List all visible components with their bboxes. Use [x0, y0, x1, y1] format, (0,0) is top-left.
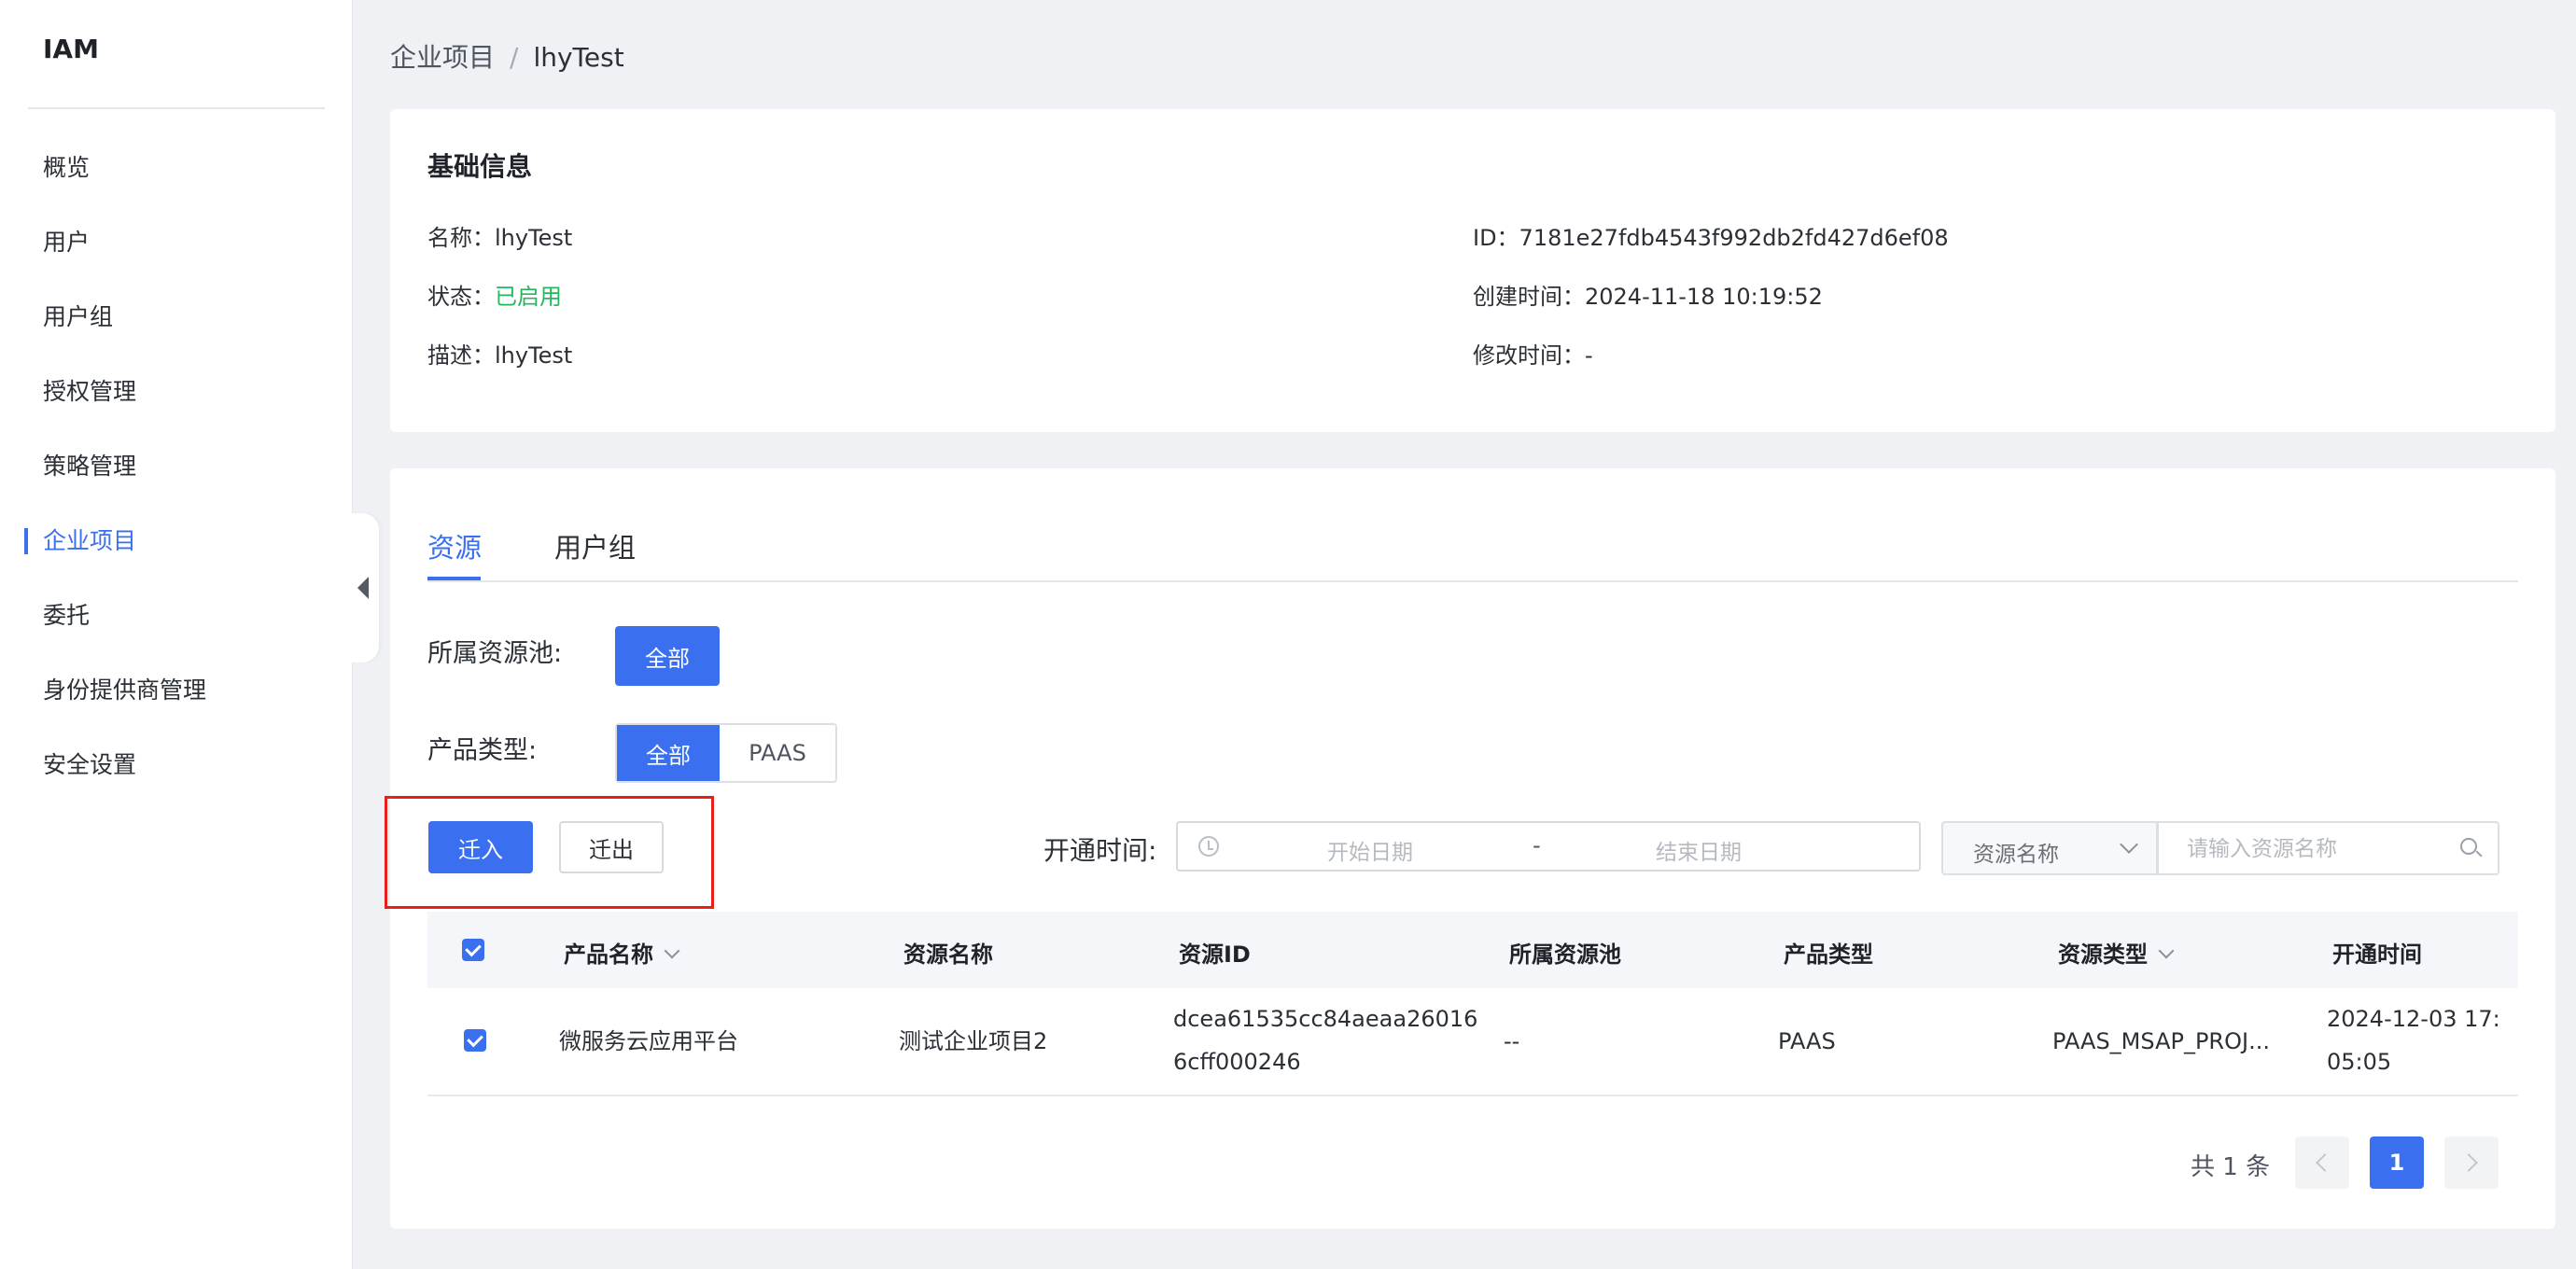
sidebar-item-overview[interactable]: 概览 [0, 131, 353, 205]
breadcrumb-separator: / [510, 42, 519, 73]
resource-id-line: 6cff000246 [1173, 1049, 1301, 1075]
end-date-input[interactable]: 结束日期 [1656, 834, 1742, 866]
tab-resources[interactable]: 资源 [427, 526, 482, 565]
resource-search-box [2157, 821, 2499, 875]
chevron-down-icon [664, 942, 680, 959]
cell-resource-name: 测试企业项目2 [899, 1028, 1048, 1054]
search-icon[interactable] [2460, 838, 2477, 855]
clock-icon [1198, 836, 1219, 857]
column-open-time: 开通时间 [2332, 941, 2422, 968]
open-time-label: 开通时间: [1043, 835, 1157, 866]
breadcrumb: 企业项目 / lhyTest [390, 37, 624, 75]
sidebar-item-policies[interactable]: 策略管理 [0, 429, 353, 504]
column-product-name[interactable]: 产品名称 [564, 936, 680, 969]
cell-product-name: 微服务云应用平台 [559, 1028, 738, 1054]
cell-resource-id: dcea61535cc84aeaa26016 6cff000246 [1173, 997, 1477, 1083]
chevron-down-icon [2158, 942, 2175, 959]
next-page-button[interactable] [2444, 1137, 2499, 1189]
column-resource-type[interactable]: 资源类型 [2058, 936, 2175, 969]
product-type-selector: 全部 PAAS [615, 723, 837, 783]
chevron-down-icon [2120, 835, 2138, 854]
chevron-left-icon [2316, 1153, 2334, 1172]
start-date-input[interactable]: 开始日期 [1327, 834, 1413, 866]
column-label: 资源类型 [2058, 941, 2148, 968]
sidebar-nav: 概览 用户 用户组 授权管理 策略管理 企业项目 委托 身份提供商管理 安全设置 [0, 131, 353, 802]
basic-info-card: 基础信息 名称：lhyTest 状态：已启用 描述：lhyTest ID：718… [390, 109, 2555, 432]
resource-name-search-input[interactable] [2185, 832, 2450, 866]
cell-product-type: PAAS [1778, 1028, 1836, 1054]
open-time-line: 05:05 [2327, 1049, 2392, 1075]
breadcrumb-parent-link[interactable]: 企业项目 [390, 42, 495, 73]
resource-id-line: dcea61535cc84aeaa26016 [1173, 1006, 1478, 1032]
status-label: 状态： [427, 284, 495, 310]
column-product-type: 产品类型 [1784, 941, 1873, 968]
pagination-total: 共 1 条 [2191, 1153, 2271, 1181]
sidebar-item-security-settings[interactable]: 安全设置 [0, 728, 353, 802]
table-header: 产品名称 资源名称 资源ID 所属资源池 产品类型 资源类型 开通时间 [427, 912, 2518, 988]
sidebar-item-users[interactable]: 用户 [0, 205, 353, 280]
cell-resource-pool: -- [1504, 1028, 1520, 1054]
cell-resource-type: PAAS_MSAP_PROJ... [2052, 1028, 2270, 1054]
sidebar-item-identity-providers[interactable]: 身份提供商管理 [0, 653, 353, 728]
tab-user-groups[interactable]: 用户组 [554, 526, 636, 565]
table-row: 微服务云应用平台 测试企业项目2 dcea61535cc84aeaa26016 … [427, 988, 2518, 1096]
page-1-button[interactable]: 1 [2370, 1137, 2424, 1189]
product-type-all-option[interactable]: 全部 [617, 725, 720, 781]
sidebar-item-user-groups[interactable]: 用户组 [0, 280, 353, 355]
open-time-line: 2024-12-03 17: [2327, 1006, 2500, 1032]
column-resource-pool: 所属资源池 [1509, 941, 1621, 968]
column-resource-id: 资源ID [1179, 941, 1251, 968]
product-type-paas-option[interactable]: PAAS [720, 725, 835, 781]
active-tab-indicator [427, 577, 481, 580]
chevron-right-icon [2459, 1153, 2478, 1172]
modified-time: 修改时间：- [1473, 342, 1593, 369]
sidebar-item-enterprise-projects[interactable]: 企业项目 [0, 504, 353, 579]
prev-page-button[interactable] [2295, 1137, 2349, 1189]
highlight-box [385, 796, 714, 909]
divider [28, 107, 325, 109]
project-description: 描述：lhyTest [427, 342, 573, 369]
breadcrumb-current: lhyTest [533, 42, 624, 73]
section-title: 基础信息 [427, 151, 533, 182]
column-label: 产品名称 [564, 941, 653, 968]
project-name: 名称：lhyTest [427, 225, 573, 251]
status-badge: 已启用 [495, 284, 562, 310]
product-type-label: 产品类型: [427, 736, 538, 765]
open-time-date-range[interactable]: 开始日期 - 结束日期 [1176, 821, 1921, 872]
sidebar-item-authorization[interactable]: 授权管理 [0, 355, 353, 429]
tab-bar: 资源 用户组 [427, 506, 2518, 582]
cell-open-time: 2024-12-03 17: 05:05 [2327, 997, 2500, 1083]
project-status: 状态：已启用 [427, 278, 562, 311]
resource-pool-label: 所属资源池: [427, 639, 563, 668]
date-range-separator: - [1533, 832, 1541, 858]
column-resource-name: 资源名称 [903, 941, 993, 968]
caret-left-icon [357, 577, 369, 599]
created-time: 创建时间：2024-11-18 10:19:52 [1473, 284, 1823, 310]
search-field-selected: 资源名称 [1973, 843, 2059, 867]
app-logo: IAM [43, 34, 99, 64]
select-all-checkbox[interactable] [462, 939, 484, 961]
search-field-select[interactable]: 资源名称 [1941, 821, 2158, 875]
sidebar-item-delegation[interactable]: 委托 [0, 579, 353, 653]
sidebar: IAM 概览 用户 用户组 授权管理 策略管理 企业项目 委托 身份提供商管理 … [0, 0, 353, 1269]
sidebar-collapse-button[interactable] [347, 513, 379, 662]
row-checkbox[interactable] [464, 1029, 486, 1052]
project-id: ID：7181e27fdb4543f992db2fd427d6ef08 [1473, 225, 1949, 251]
resource-pool-all-button[interactable]: 全部 [615, 626, 720, 686]
